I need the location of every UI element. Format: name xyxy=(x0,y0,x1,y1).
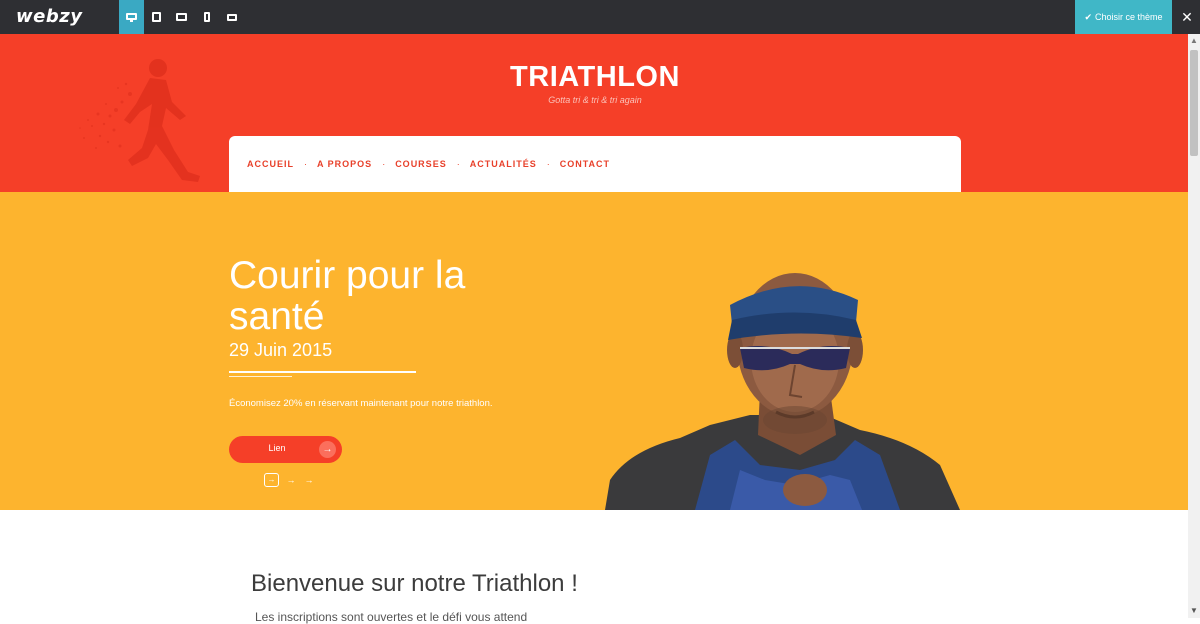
scrollbar-thumb[interactable] xyxy=(1190,50,1198,156)
nav-item-actualites[interactable]: ACTUALITÉS xyxy=(470,159,537,169)
site-tagline: Gotta tri & tri & tri again xyxy=(548,95,642,105)
tablet-landscape-icon xyxy=(176,13,187,21)
arrow-right-icon[interactable]: → xyxy=(285,475,297,485)
hero-divider-short xyxy=(229,376,292,377)
phone-landscape-icon xyxy=(226,13,237,21)
scroll-up-icon[interactable]: ▲ xyxy=(1188,34,1200,48)
phone-portrait-view-button[interactable] xyxy=(194,0,219,34)
site-title: TRIATHLON xyxy=(510,61,680,93)
scroll-down-icon[interactable]: ▼ xyxy=(1188,604,1200,618)
phone-portrait-icon xyxy=(203,12,210,22)
editor-toolbar: webzy ✔ Choisir ce thème ✕ xyxy=(0,0,1200,34)
nav-separator: · xyxy=(546,159,550,169)
arrow-right-icon[interactable]: → xyxy=(264,473,279,487)
hero-divider xyxy=(229,371,416,373)
welcome-heading: Bienvenue sur notre Triathlon ! xyxy=(251,570,578,597)
athlete-photo xyxy=(605,273,960,510)
arrow-right-icon[interactable]: → xyxy=(303,475,315,485)
main-navigation: ACCUEIL · A PROPOS · COURSES · ACTUALITÉ… xyxy=(229,136,961,192)
nav-separator: · xyxy=(456,159,460,169)
tablet-portrait-view-button[interactable] xyxy=(144,0,169,34)
close-button[interactable]: ✕ xyxy=(1176,0,1198,34)
check-icon: ✔ xyxy=(1084,11,1092,22)
slider-arrows: → → → xyxy=(264,473,315,487)
hero-link-button[interactable]: Lien → xyxy=(229,436,342,463)
nav-separator: · xyxy=(304,159,307,169)
hero-banner: Courir pour la santé 29 Juin 2015 Économ… xyxy=(0,192,1188,510)
nav-item-courses[interactable]: COURSES xyxy=(395,159,447,169)
webzy-logo[interactable]: webzy xyxy=(16,6,82,27)
hero-text: Économisez 20% en réservant maintenant p… xyxy=(229,398,493,409)
nav-item-a-propos[interactable]: A PROPOS xyxy=(317,159,372,169)
desktop-icon xyxy=(126,12,137,22)
phone-landscape-view-button[interactable] xyxy=(219,0,244,34)
hero-date: 29 Juin 2015 xyxy=(229,340,333,360)
nav-separator: · xyxy=(382,159,386,169)
hero-title: Courir pour la santé xyxy=(229,254,466,338)
nav-item-contact[interactable]: CONTACT xyxy=(560,159,610,169)
tablet-landscape-view-button[interactable] xyxy=(169,0,194,34)
tablet-portrait-icon xyxy=(152,12,161,22)
welcome-subtext: Les inscriptions sont ouvertes et le déf… xyxy=(255,610,528,624)
choose-theme-button[interactable]: ✔ Choisir ce thème xyxy=(1075,0,1172,34)
nav-item-accueil[interactable]: ACCUEIL xyxy=(247,159,294,169)
desktop-view-button[interactable] xyxy=(119,0,144,34)
close-icon: ✕ xyxy=(1181,8,1193,25)
arrow-right-icon: → xyxy=(319,441,336,458)
hero-button-label: Lien xyxy=(268,443,286,453)
choose-theme-label: Choisir ce thème xyxy=(1095,12,1163,22)
